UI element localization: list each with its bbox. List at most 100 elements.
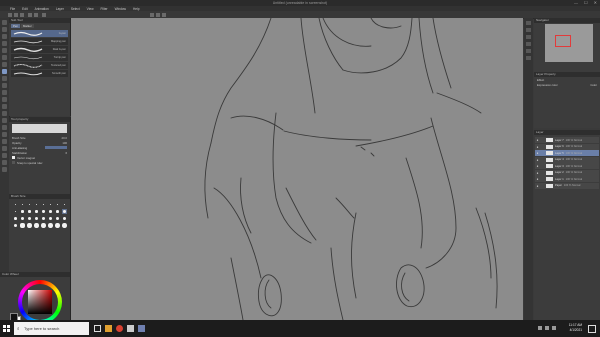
decoration-tool-icon[interactable] — [2, 97, 7, 102]
new-file-icon[interactable] — [8, 12, 12, 17]
brush-size-preset[interactable] — [48, 202, 53, 207]
fill-tool-icon[interactable] — [2, 118, 7, 123]
navigator-view-frame[interactable] — [555, 35, 571, 47]
item-bank-tab-icon[interactable] — [526, 35, 531, 39]
brush-size-preset[interactable] — [20, 202, 25, 207]
brush-size-preset[interactable] — [55, 223, 60, 228]
minimize-button[interactable]: — — [574, 0, 578, 5]
brush-size-preset[interactable] — [62, 209, 67, 214]
brush-item-turnip-pen[interactable]: Turnip pen — [11, 54, 68, 61]
ruler-tool-icon[interactable] — [2, 146, 7, 151]
property-value[interactable]: 20.0 — [62, 136, 67, 140]
history-tab-icon[interactable] — [526, 56, 531, 60]
menu-layer[interactable]: Layer — [56, 7, 64, 11]
brush-size-preset[interactable] — [41, 216, 46, 221]
layer-row[interactable]: ● Layer 4 100 % Normal — [535, 156, 599, 163]
menu-view[interactable]: View — [87, 7, 94, 11]
brush-size-preset[interactable] — [13, 216, 18, 221]
blend-tool-icon[interactable] — [2, 111, 7, 116]
expression-color-value[interactable]: Color — [590, 83, 597, 87]
checkbox-snap-special-ruler[interactable]: Snap to special ruler — [9, 160, 70, 165]
navigator-thumbnail[interactable] — [545, 24, 593, 62]
clip-studio-taskbar-icon[interactable] — [138, 325, 145, 332]
close-button[interactable]: ✕ — [594, 0, 597, 5]
layer-row[interactable]: ● Layer 5 100 % Normal — [535, 150, 599, 156]
layer-row[interactable]: ● Layer 1 100 % Normal — [535, 176, 599, 182]
brush-size-preset[interactable] — [27, 202, 32, 207]
zoom-tool-icon[interactable] — [2, 20, 7, 25]
brush-size-preset[interactable] — [55, 216, 60, 221]
volume-icon[interactable] — [545, 326, 549, 330]
brush-size-preset[interactable] — [34, 209, 39, 214]
anti-aliasing-slider[interactable] — [45, 146, 67, 149]
browser-icon[interactable] — [116, 325, 123, 332]
brush-size-preset[interactable] — [13, 223, 18, 228]
clear-icon[interactable] — [42, 12, 46, 17]
brush-size-preset[interactable] — [48, 216, 53, 221]
brush-item-smooth-pen[interactable]: Smooth pen — [11, 70, 68, 77]
brush-size-preset[interactable] — [62, 202, 67, 207]
eye-icon[interactable]: ● — [536, 177, 539, 181]
eye-icon[interactable]: ● — [536, 158, 539, 162]
property-value[interactable]: 6 — [65, 151, 67, 155]
pen-tool-icon[interactable] — [2, 69, 7, 74]
layer-row[interactable]: ● Paper 100 % Normal — [535, 182, 599, 189]
open-file-icon[interactable] — [14, 12, 18, 17]
redo-icon[interactable] — [34, 12, 38, 17]
menu-file[interactable]: File — [10, 7, 15, 11]
brush-size-preset[interactable] — [48, 223, 53, 228]
brush-size-preset[interactable] — [27, 223, 32, 228]
brush-size-preset[interactable] — [27, 216, 32, 221]
brush-tool-icon[interactable] — [2, 83, 7, 88]
brush-size-preset[interactable] — [34, 223, 39, 228]
tab-pen[interactable]: Pen — [11, 24, 20, 28]
brush-item-textured-pen[interactable]: Textured pen — [11, 62, 68, 69]
brush-item-mapping-pen[interactable]: Mapping pen — [11, 38, 68, 45]
brush-size-preset[interactable] — [20, 209, 25, 214]
navigator-tab-icon[interactable] — [526, 21, 531, 25]
brush-size-preset[interactable] — [55, 209, 60, 214]
sub-view-tab-icon[interactable] — [526, 28, 531, 32]
menu-animation[interactable]: Animation — [35, 7, 49, 11]
brush-size-preset[interactable] — [41, 209, 46, 214]
brush-size-preset[interactable] — [34, 202, 39, 207]
text-tool-icon[interactable] — [2, 153, 7, 158]
snap-special-ruler-icon[interactable] — [162, 12, 166, 17]
layer-row[interactable]: ● Layer 7 100 % Normal — [535, 137, 599, 143]
layer-property-tab-icon[interactable] — [526, 42, 531, 46]
brush-size-preset[interactable] — [62, 223, 67, 228]
start-button[interactable] — [3, 325, 10, 332]
taskbar-clock[interactable]: 11:17 AM 4/1/2021 — [569, 323, 582, 333]
app-icon[interactable] — [127, 325, 134, 332]
brush-size-preset[interactable] — [62, 216, 67, 221]
tab-marker[interactable]: Marker — [20, 24, 34, 28]
brush-size-preset[interactable] — [48, 209, 53, 214]
menu-edit[interactable]: Edit — [22, 7, 28, 11]
save-icon[interactable] — [20, 12, 24, 17]
keyboard-icon[interactable] — [552, 326, 556, 330]
taskbar-search-box[interactable]: ⌕ Type here to search — [14, 322, 89, 335]
balloon-tool-icon[interactable] — [2, 160, 7, 165]
brush-size-preset[interactable] — [20, 223, 25, 228]
eye-icon[interactable]: ● — [536, 171, 539, 175]
network-icon[interactable] — [538, 326, 542, 330]
airbrush-tool-icon[interactable] — [2, 90, 7, 95]
brush-item-g-pen[interactable]: G-pen — [11, 30, 68, 37]
move-tool-icon[interactable] — [2, 27, 7, 32]
brush-size-preset[interactable] — [27, 209, 32, 214]
brush-size-preset[interactable] — [13, 209, 18, 214]
saturation-value-square[interactable] — [28, 290, 52, 314]
figure-tool-icon[interactable] — [2, 132, 7, 137]
snap-grid-icon[interactable] — [156, 12, 160, 17]
operation-tool-icon[interactable] — [2, 34, 7, 39]
menu-filter[interactable]: Filter — [101, 7, 108, 11]
expression-color-row[interactable]: Expression color Color — [534, 82, 600, 87]
color-wheel[interactable] — [18, 280, 62, 324]
eye-icon[interactable]: ● — [536, 184, 539, 188]
file-explorer-icon[interactable] — [105, 325, 112, 332]
eye-icon[interactable]: ● — [536, 151, 539, 155]
snap-ruler-icon[interactable] — [150, 12, 154, 17]
task-view-icon[interactable] — [94, 325, 101, 332]
gradient-tool-icon[interactable] — [2, 125, 7, 130]
selection-tool-icon[interactable] — [2, 48, 7, 53]
